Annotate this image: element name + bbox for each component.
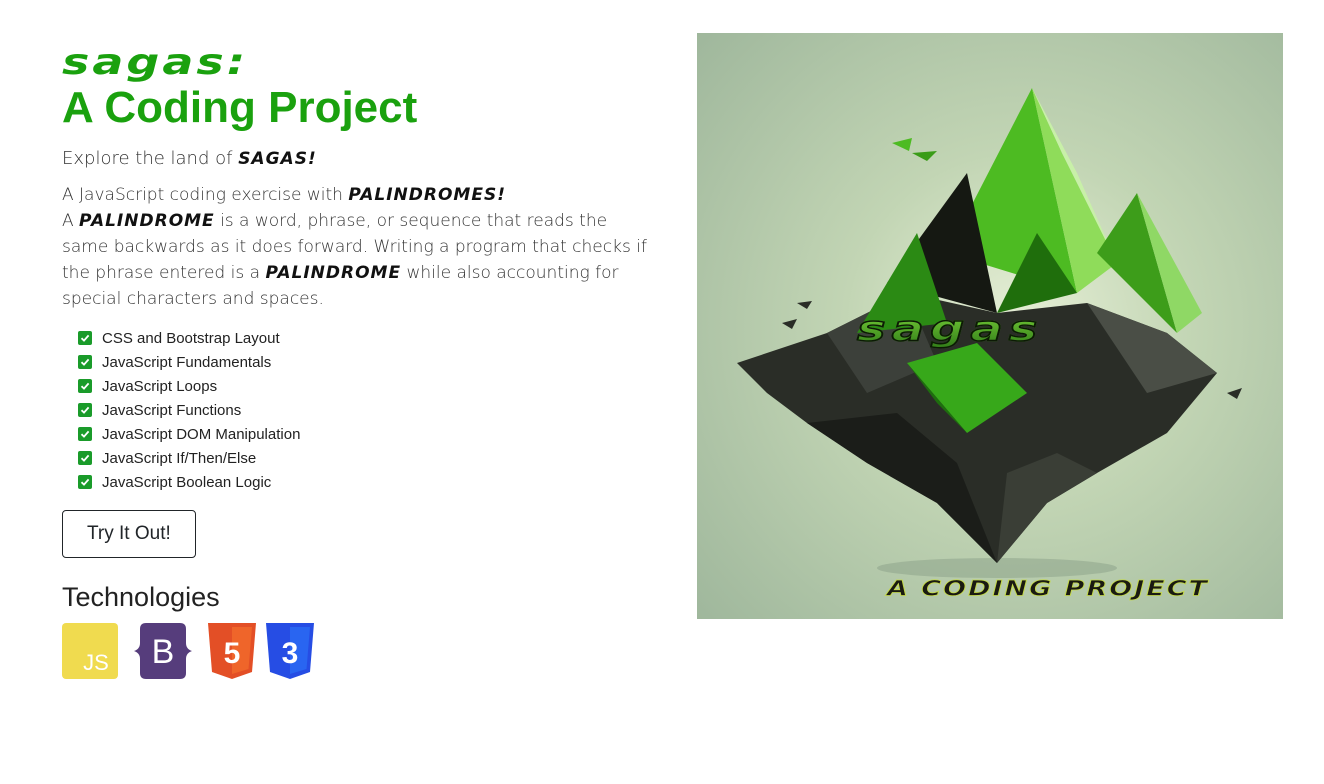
skill-label: JavaScript Fundamentals bbox=[102, 353, 272, 371]
skill-label: JavaScript DOM Manipulation bbox=[102, 425, 301, 443]
html5-icon: 5 bbox=[208, 623, 256, 679]
bootstrap-icon: B bbox=[134, 623, 192, 679]
list-item: JavaScript Fundamentals bbox=[78, 350, 652, 374]
description-line2-prefix: A bbox=[62, 211, 80, 231]
javascript-icon: JS bbox=[62, 623, 118, 679]
skill-label: JavaScript Boolean Logic bbox=[102, 473, 272, 491]
hero-logo-text: sagas bbox=[856, 308, 1044, 350]
try-it-out-button[interactable]: Try It Out! bbox=[62, 510, 196, 558]
description: A JavaScript coding exercise with palind… bbox=[62, 182, 652, 312]
skill-label: CSS and Bootstrap Layout bbox=[102, 329, 280, 347]
checkbox-checked-icon bbox=[78, 451, 92, 465]
checkbox-checked-icon bbox=[78, 331, 92, 345]
palindrome-highlight: palindrome bbox=[79, 211, 215, 231]
skills-list: CSS and Bootstrap Layout JavaScript Fund… bbox=[78, 326, 652, 494]
list-item: CSS and Bootstrap Layout bbox=[78, 326, 652, 350]
svg-text:JS: JS bbox=[83, 650, 109, 675]
list-item: JavaScript Functions bbox=[78, 398, 652, 422]
palindromes-highlight: palindromes! bbox=[348, 185, 506, 205]
svg-text:B: B bbox=[152, 633, 175, 671]
list-item: JavaScript If/Then/Else bbox=[78, 446, 652, 470]
page-title: A Coding Project bbox=[62, 83, 418, 132]
skill-label: JavaScript Loops bbox=[102, 377, 218, 395]
content-column: sagas: A Coding Project Explore the land… bbox=[62, 36, 652, 679]
page: sagas: A Coding Project Explore the land… bbox=[0, 0, 1324, 784]
explore-brand: sagas! bbox=[238, 149, 317, 169]
list-item: JavaScript Boolean Logic bbox=[78, 470, 652, 494]
list-item: JavaScript Loops bbox=[78, 374, 652, 398]
explore-prefix: Explore the land of bbox=[62, 148, 239, 169]
list-item: JavaScript DOM Manipulation bbox=[78, 422, 652, 446]
explore-line: Explore the land of sagas! bbox=[62, 146, 652, 172]
svg-text:3: 3 bbox=[282, 637, 299, 670]
technologies-icons: JS B 5 3 bbox=[62, 623, 652, 679]
hero-tagline: a coding project bbox=[887, 576, 1209, 602]
skill-label: JavaScript Functions bbox=[102, 401, 242, 419]
checkbox-checked-icon bbox=[78, 403, 92, 417]
svg-text:5: 5 bbox=[224, 637, 241, 670]
checkbox-checked-icon bbox=[78, 475, 92, 489]
skill-label: JavaScript If/Then/Else bbox=[102, 449, 257, 467]
palindrome-highlight-2: palindrome bbox=[265, 263, 402, 283]
checkbox-checked-icon bbox=[78, 355, 92, 369]
description-line1-prefix: A JavaScript coding exercise with bbox=[62, 185, 349, 205]
css3-icon: 3 bbox=[266, 623, 314, 679]
checkbox-checked-icon bbox=[78, 379, 92, 393]
brand-logo-text: sagas: bbox=[62, 40, 249, 83]
technologies-heading: Technologies bbox=[62, 582, 220, 612]
hero-image: sagas a coding project bbox=[697, 33, 1283, 619]
checkbox-checked-icon bbox=[78, 427, 92, 441]
